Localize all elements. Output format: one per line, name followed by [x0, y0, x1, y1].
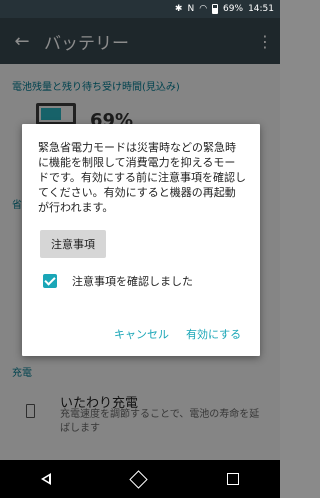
emergency-power-saving-dialog: 緊急省電力モードは災害時などの緊急時に機能を制限して消費電力を抑えるモードです。…: [22, 124, 260, 356]
bluetooth-icon: ✱: [174, 4, 183, 14]
wifi-icon: ◠: [199, 4, 208, 14]
nav-back-icon[interactable]: [40, 473, 51, 485]
status-battery-percent: 69%: [223, 4, 244, 14]
navigation-bar: [0, 460, 280, 498]
nav-home-icon[interactable]: [129, 469, 149, 489]
status-bar: ✱ N ◠ 69% 14:51: [0, 0, 280, 18]
notice-button[interactable]: 注意事項: [40, 230, 106, 258]
dialog-message: 緊急省電力モードは災害時などの緊急時に機能を制限して消費電力を抑えるモードです。…: [38, 141, 247, 214]
battery-icon: [212, 4, 219, 14]
confirm-checkbox-label[interactable]: 注意事項を確認しました: [72, 273, 193, 289]
nav-recents-icon[interactable]: [227, 473, 240, 485]
nfc-icon: N: [187, 4, 195, 14]
cancel-button[interactable]: キャンセル: [114, 326, 169, 342]
status-time: 14:51: [248, 4, 274, 14]
confirm-checkbox[interactable]: [43, 274, 57, 288]
checkmark-icon: [44, 274, 56, 286]
enable-button[interactable]: 有効にする: [186, 326, 241, 342]
